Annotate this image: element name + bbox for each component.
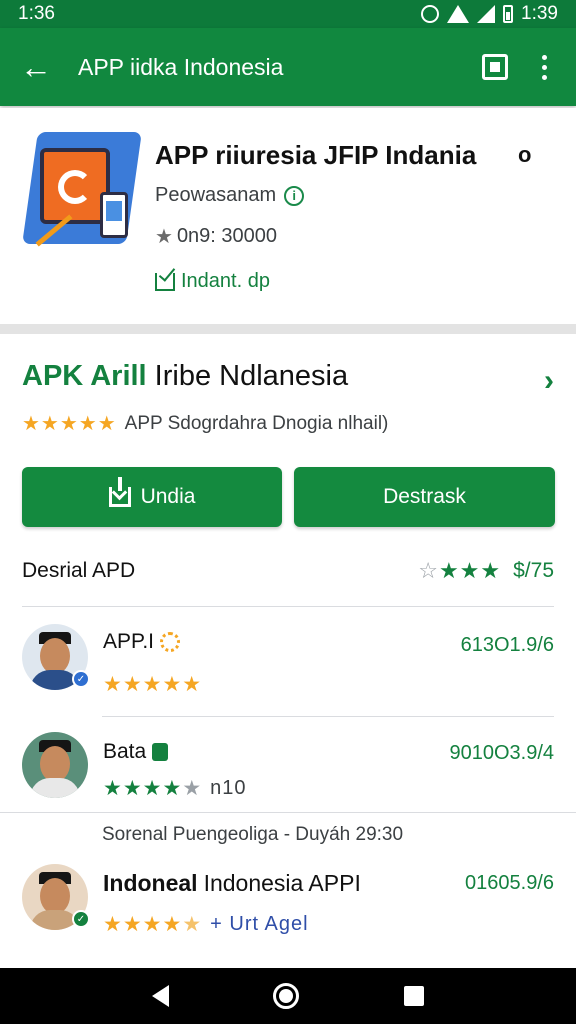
more-vert-icon[interactable] — [542, 54, 548, 80]
square-icon[interactable] — [482, 54, 508, 80]
signal-icon — [477, 5, 496, 23]
divider — [0, 812, 576, 813]
divider — [22, 606, 554, 607]
developer-name[interactable]: Peowasanam — [155, 184, 276, 207]
avatar — [22, 732, 88, 798]
section-note: Sorenal Puengeoliga - Duyáh 29:30 — [102, 824, 404, 845]
filled-stars: ★★★ — [438, 558, 502, 583]
installed-line: Indant. dp — [155, 270, 270, 293]
installed-text: Indant. dp — [181, 270, 270, 292]
review-extra[interactable]: + Urt Agel — [210, 913, 308, 936]
nav-recents-icon[interactable] — [403, 986, 424, 1006]
reviewer-name-rest: Indonesia APPI — [203, 870, 361, 896]
review-name-row: Indoneal Indonesia APPI — [103, 870, 361, 897]
alarm-icon — [421, 5, 440, 23]
app-bar: ← APP iidka Indonesia — [0, 28, 576, 106]
summary-label: Desrial APD — [22, 559, 136, 582]
review-item[interactable]: ✓ Indoneal Indonesia APPI ★★★★★ + Urt Ag… — [0, 860, 576, 950]
review-value: 01605.9/6 — [465, 872, 554, 894]
reviewer-name: Bata — [103, 740, 147, 763]
status-time: 1:36 — [18, 3, 55, 24]
details-subtitle-row: ★★★★★ APP Sdogrdahra Dnogia nlhail) — [22, 411, 388, 436]
install-button[interactable]: Undia — [22, 467, 282, 527]
review-star-fill: ★★★★★ — [103, 673, 203, 696]
developer-line: Peowasanam i — [155, 184, 305, 207]
rating-text: 0n9: 30000 — [176, 225, 278, 247]
review-extra: n10 — [210, 777, 247, 799]
secondary-button-label: Destrask — [383, 485, 466, 508]
status-bar: 1:36 1:39 — [0, 0, 576, 28]
review-value: 9010O3.9/4 — [449, 742, 554, 764]
review-star-fill: ★★★★ — [103, 913, 183, 936]
review-name-row: APP.I — [103, 630, 180, 654]
empty-star-icon: ☆ — [418, 558, 439, 583]
install-button-label: Undia — [140, 485, 196, 508]
review-stars: ★★★★★ n10 — [103, 776, 247, 801]
nav-back-icon[interactable] — [152, 985, 170, 1007]
app-logo — [22, 132, 142, 252]
app-name: APP riiuresia JFIP Indania — [155, 140, 477, 170]
review-star-half: ★ — [182, 913, 203, 936]
summary-stars: ☆★★★ — [418, 558, 501, 584]
star-icon: ★ — [155, 226, 173, 248]
badge-icon — [152, 743, 169, 761]
app-name-suffix: o — [518, 142, 532, 167]
info-icon[interactable]: i — [284, 185, 305, 206]
verified-badge-icon: ✓ — [72, 910, 90, 928]
download-icon — [108, 477, 131, 507]
review-stars: ★★★★★ + Urt Agel — [103, 912, 309, 937]
nav-home-icon[interactable] — [273, 983, 300, 1009]
section-divider — [0, 324, 576, 334]
battery-icon — [503, 5, 514, 23]
divider — [102, 716, 554, 717]
review-value: 613O1.9/6 — [460, 634, 554, 656]
details-title-rest: Iribe Ndlanesia — [146, 360, 349, 392]
verified-badge-icon: ✓ — [72, 670, 90, 688]
chevron-right-icon[interactable]: › — [544, 364, 554, 398]
rating-line: ★ 0n9: 30000 — [155, 224, 277, 249]
system-nav-bar — [0, 968, 576, 1024]
review-stars: ★★★★★ — [103, 672, 202, 697]
details-subtitle: APP Sdogrdahra Dnogia nlhail) — [124, 412, 389, 434]
review-item[interactable]: ✓ APP.I ★★★★★ 613O1.9/6 — [0, 620, 576, 710]
review-star-fill: ★★★★ — [103, 777, 183, 800]
details-stars: ★★★★★ — [22, 413, 117, 435]
secondary-button[interactable]: Destrask — [294, 467, 555, 527]
reviewer-name: APP.I — [103, 630, 154, 653]
summary-score: $/75 — [513, 559, 554, 582]
status-icons: 1:39 — [421, 3, 558, 25]
wifi-icon — [447, 5, 470, 23]
review-star-empty: ★ — [182, 777, 203, 800]
details-title-green: APK Arill — [22, 360, 147, 392]
reviewer-name: Indoneal — [103, 870, 198, 896]
review-item[interactable]: Bata ★★★★★ n10 9010O3.9/4 — [0, 730, 576, 810]
details-title[interactable]: APK Arill Iribe Ndlanesia — [22, 360, 348, 393]
review-name-row: Bata — [103, 740, 169, 764]
sun-icon — [159, 632, 180, 652]
install-check-icon — [155, 272, 175, 291]
summary-row: Desrial APD ☆★★★ $/75 — [22, 558, 554, 584]
back-arrow-icon[interactable]: ← — [20, 51, 60, 83]
app-bar-title: APP iidka Indonesia — [78, 53, 284, 80]
app-header: APP riiuresia JFIP Indania o Peowasanam … — [0, 108, 576, 326]
status-time-right: 1:39 — [521, 3, 558, 24]
